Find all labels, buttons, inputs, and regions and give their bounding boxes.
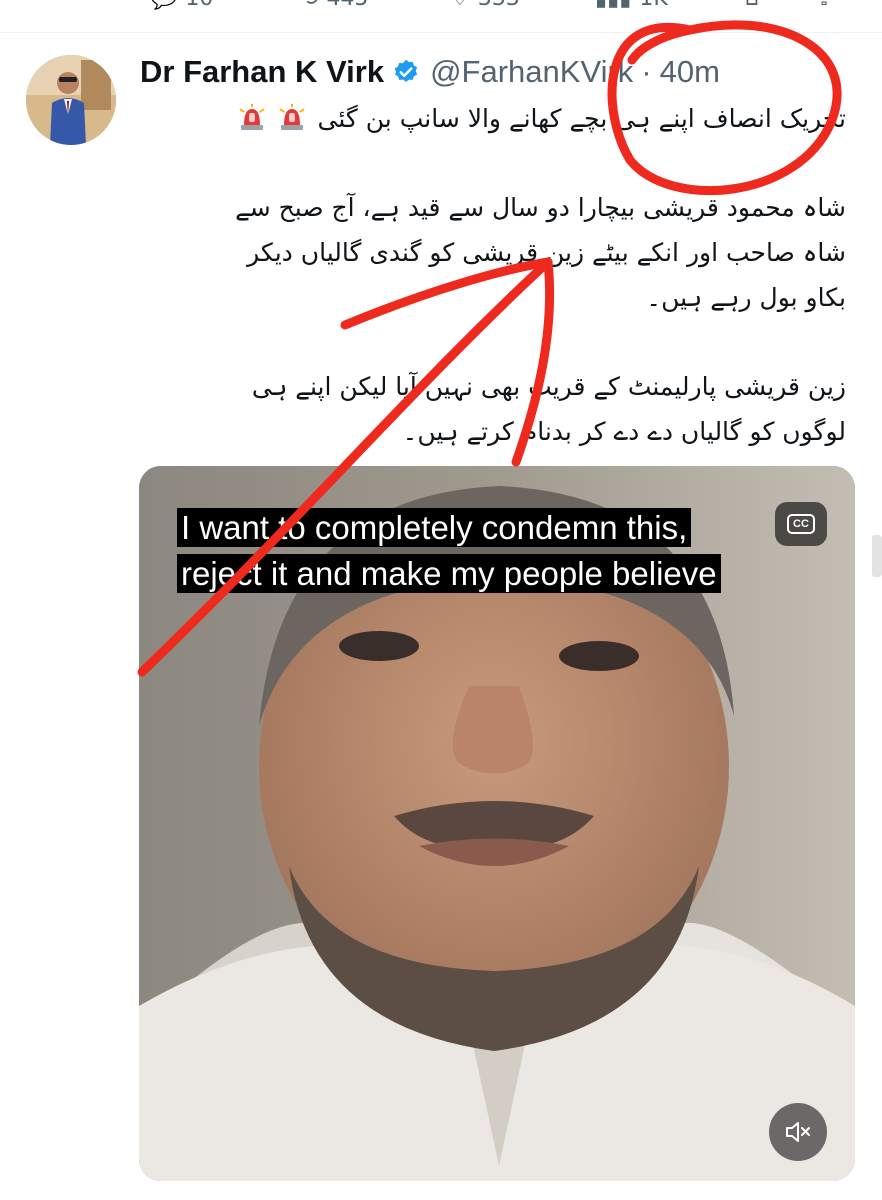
like-count: 333 [478, 0, 520, 11]
closed-captions-button[interactable]: CC [775, 502, 827, 546]
share-icon: ⇪ [815, 0, 833, 11]
tweet-text: تحریک انصاف اپنے ہی بچے کھانے والا سانپ … [160, 96, 846, 454]
heart-icon: ♡ [450, 0, 470, 11]
tweet-header: Dr Farhan K Virk @FarhanKVirk · 40m [140, 50, 720, 94]
views-count: 1K [639, 0, 667, 11]
tweet-line-text: تحریک انصاف اپنے ہی بچے کھانے والا سانپ … [317, 104, 846, 133]
tweet-line: بکاو بول رہے ہیں۔ [646, 283, 846, 312]
video-caption-line-1: I want to completely condemn this, [177, 508, 692, 547]
tweet-line: شاہ محمود قریشی بیچارا دو سال سے قید ہے،… [235, 193, 846, 222]
reply-count: 10 [185, 0, 213, 11]
speaker-muted-icon [786, 1122, 810, 1142]
user-handle[interactable]: @FarhanKVirk [430, 54, 633, 90]
share-action[interactable]: ⇪ [815, 0, 833, 11]
tweet-timestamp[interactable]: 40m [660, 54, 720, 90]
display-name[interactable]: Dr Farhan K Virk [140, 54, 384, 90]
views-action[interactable]: ▮▮▮ 1K [595, 0, 668, 11]
reply-action[interactable]: 💬 10 [150, 0, 213, 11]
video-player[interactable]: I want to completely condemn this, rejec… [139, 466, 855, 1181]
repost-icon: ⟲ [300, 0, 318, 11]
like-action[interactable]: ♡ 333 [450, 0, 520, 11]
bookmark-action[interactable]: ⌂ [745, 0, 759, 11]
views-icon: ▮▮▮ [595, 0, 631, 11]
police-light-emoji-icon [278, 104, 305, 130]
tweet-line: تحریک انصاف اپنے ہی بچے کھانے والا سانپ … [160, 96, 846, 141]
video-caption-line-2: reject it and make my people believe [177, 554, 721, 593]
reply-icon: 💬 [150, 0, 177, 11]
tweet-actions-previous: 💬 10 ⟲ 445 ♡ 333 ▮▮▮ 1K ⌂ ⇪ [0, 0, 882, 30]
bookmark-icon: ⌂ [745, 0, 759, 11]
avatar-image [26, 55, 116, 145]
mute-toggle-button[interactable] [769, 1103, 827, 1161]
divider [0, 32, 882, 33]
avatar[interactable] [26, 55, 116, 145]
tweet-line: شاہ صاحب اور انکے بیٹے زین قریشی کو گندی… [247, 238, 846, 267]
repost-action[interactable]: ⟲ 445 [300, 0, 368, 11]
cc-icon: CC [787, 514, 815, 534]
tweet-line: زین قریشی پارلیمنٹ کے قریب بھی نہیں آیا … [251, 372, 846, 401]
verified-badge-icon[interactable] [392, 58, 420, 86]
scrollbar-fragment [872, 535, 882, 577]
police-light-emoji-icon [239, 104, 265, 130]
repost-count: 445 [326, 0, 368, 11]
separator-dot: · [641, 54, 652, 89]
tweet-line: لوگوں کو گالیاں دے دے کر بدنام کرتے ہیں۔ [402, 417, 846, 446]
